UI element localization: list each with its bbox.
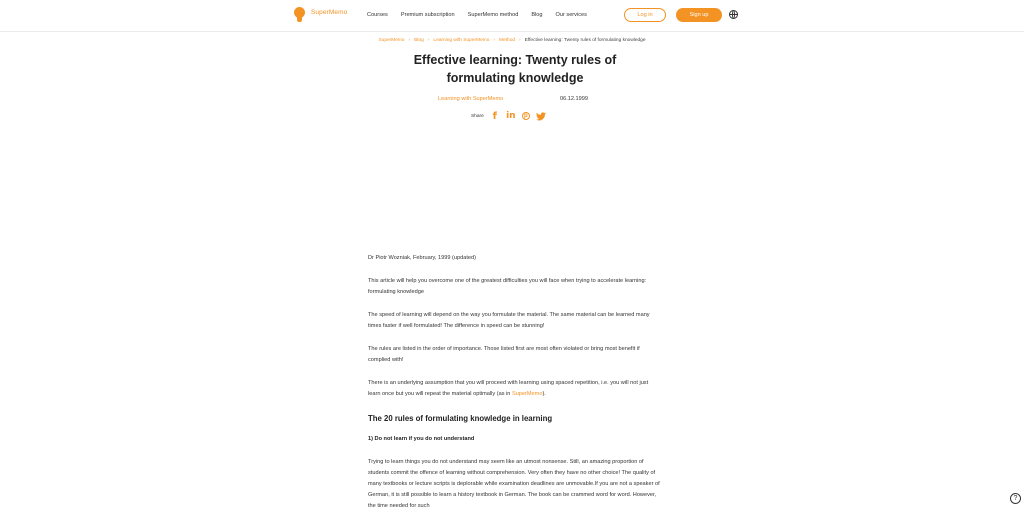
article-category-link[interactable]: Learning with SuperMemo [438,96,503,102]
login-button[interactable]: Log in [624,8,666,22]
breadcrumb-current: Effective learning: Twenty rules of form… [524,38,646,43]
supermemo-link[interactable]: SuperMemo [512,391,542,397]
chevron-right-icon: › [427,38,430,43]
nav-blog[interactable]: Blog [531,12,542,18]
breadcrumb-learning[interactable]: Learning with SuperMemo [433,38,489,43]
share-bar: Share f in p [471,111,552,122]
article-body: Dr Piotr Wozniak, February, 1999 (update… [368,253,660,524]
chevron-right-icon: › [493,38,496,43]
signup-button[interactable]: Sign up [676,8,722,22]
globe-icon[interactable] [729,10,738,19]
nav-supermemo-method[interactable]: SuperMemo method [468,12,519,18]
pinterest-icon[interactable]: p [521,112,530,120]
nav-our-services[interactable]: Our services [556,12,587,18]
assumption-end: ). [542,391,546,397]
help-icon[interactable]: ? [1010,493,1021,504]
top-navbar: SuperMemo Courses Premium subscription S… [0,0,1024,32]
nav-courses[interactable]: Courses [367,12,388,18]
article-date: 06.12.1999 [560,96,588,102]
rule-paragraph: Trying to learn things you do not unders… [368,459,660,509]
breadcrumb: SuperMemo › Blog › Learning with SuperMemo › M… [0,38,1024,43]
article-paragraph: The rules are listed in the order of imp… [368,346,640,363]
breadcrumb-supermemo[interactable]: SuperMemo [378,38,404,43]
section-heading: The 20 rules of formulating knowledge in… [368,414,553,423]
article-title: Effective learning: Twenty rules of form… [413,53,617,85]
logo-text: SuperMemo [311,9,348,16]
chevron-right-icon: › [408,38,411,43]
article-byline: Dr Piotr Wozniak, February, 1999 (update… [368,255,476,261]
share-label: Share [471,113,484,119]
nav-premium-subscription[interactable]: Premium subscription [401,12,455,18]
twitter-icon[interactable] [535,111,546,121]
breadcrumb-method[interactable]: Method [499,38,515,43]
chevron-right-icon: › [519,38,521,43]
logo[interactable]: SuperMemo [294,7,348,22]
supermemo-logo-icon [294,7,305,22]
linkedin-icon[interactable]: in [506,111,516,121]
breadcrumb-blog[interactable]: Blog [414,38,424,43]
article-paragraph: This article will help you overcome one … [368,278,647,295]
article-paragraph-assumption: There is an underlying assumption that y… [368,378,660,400]
main-nav: Courses Premium subscription SuperMemo m… [367,12,600,18]
article-paragraph: The speed of learning will depend on the… [368,312,650,329]
facebook-icon[interactable]: f [490,111,500,122]
assumption-text: There is an underlying assumption that y… [368,380,649,397]
rule-heading: 1) Do not learn if you do not understand [368,436,475,442]
